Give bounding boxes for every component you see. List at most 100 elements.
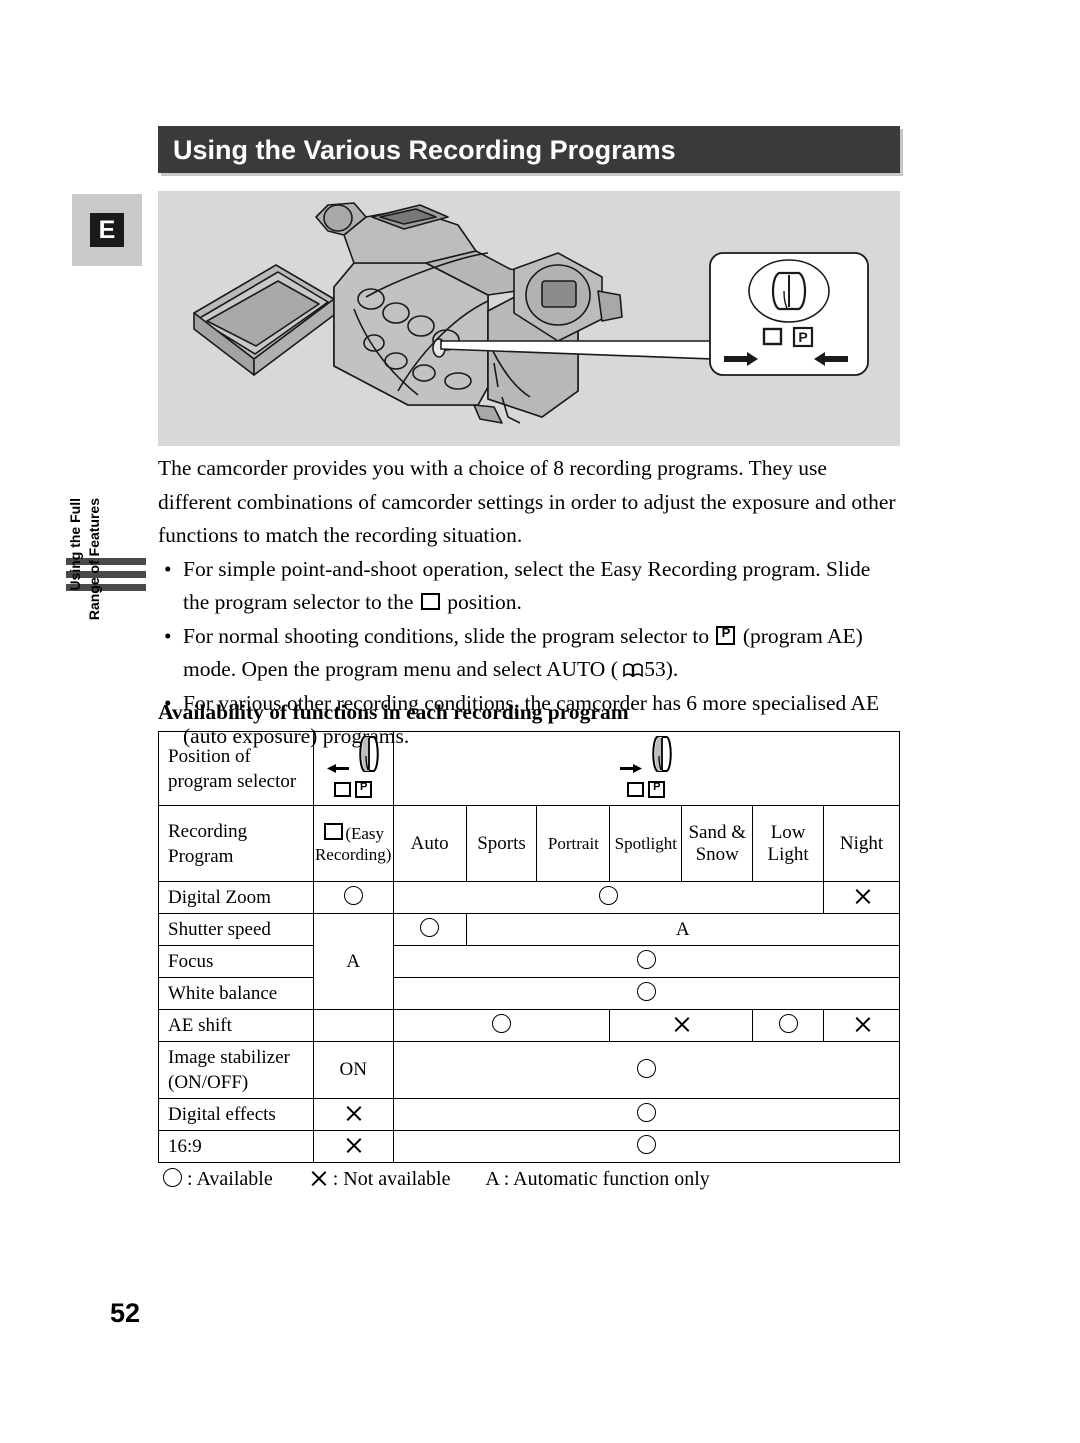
bullet-2-pre: For normal shooting conditions, slide th…: [183, 623, 710, 648]
table-row: White balance: [158, 977, 901, 1010]
row-label-shutter-speed: Shutter speed: [158, 913, 314, 946]
image-stabilizer-line-2: (ON/OFF): [168, 1072, 249, 1093]
table-row: Focus: [158, 945, 901, 978]
page-title-bar: Using the Various Recording Programs: [158, 126, 900, 173]
bullet-item-2: • For normal shooting conditions, slide …: [158, 620, 900, 687]
cell-shutter-speed-rest: A: [465, 913, 901, 946]
low-light-line-1: Low: [770, 821, 806, 843]
square-icon: [334, 782, 352, 797]
column-header-sports: Sports: [465, 805, 538, 882]
selector-labels: P: [332, 780, 374, 801]
cell-easy-automatic: A: [312, 913, 394, 1010]
image-stabilizer-line-1: Image stabilizer: [168, 1047, 290, 1068]
not-available-icon: [672, 1015, 691, 1034]
column-header-night: Night: [823, 805, 900, 882]
camcorder-illustration-svg: P: [193, 202, 869, 424]
cell-digital-zoom-easy: [312, 881, 394, 914]
bullet-1-pre: For simple point-and-shoot operation, se…: [183, 556, 871, 615]
cell-ae-shift-easy: [312, 1009, 394, 1042]
running-head-line-2: Range of Features: [86, 498, 102, 621]
running-head: Using the Full Range of Features: [66, 498, 152, 738]
column-header-spotlight: Spotlight: [609, 805, 683, 882]
row-label-focus: Focus: [158, 945, 314, 978]
sand-snow-line-1: Sand &: [688, 821, 747, 843]
bullet-1-post: position.: [447, 590, 522, 614]
cell-ae-shift-night: [823, 1009, 900, 1042]
table-row: Image stabilizer (ON/OFF) ON: [158, 1041, 901, 1099]
cell-16-9-easy: [312, 1130, 394, 1163]
available-icon: [636, 982, 656, 1001]
available-icon: [598, 886, 618, 905]
sand-snow-line-2: Snow: [695, 843, 739, 865]
camcorder-illustration: P: [158, 191, 900, 446]
row-label-digital-zoom: Digital Zoom: [158, 881, 314, 914]
program-selector-left-icon: P: [324, 732, 382, 805]
cell-shutter-speed-auto: [392, 913, 467, 946]
available-icon: [636, 1135, 656, 1154]
row-label-16-9: 16:9: [158, 1130, 314, 1163]
column-header-low-light: Low Light: [752, 805, 825, 882]
cell-ae-shift-spotlight-sand: [609, 1009, 754, 1042]
book-icon: [623, 654, 644, 679]
page-number: 52: [110, 1298, 141, 1328]
program-selector-callout: P: [709, 252, 869, 376]
cell-digital-effects-easy: [312, 1098, 394, 1131]
cell-ae-shift-auto-portrait: [392, 1009, 611, 1042]
legend-available: : Available: [187, 1168, 273, 1190]
easy-line-1: (Easy: [345, 823, 385, 843]
cell-digital-zoom-ae: [392, 881, 825, 914]
chapter-tab: E: [72, 194, 142, 266]
bullet-dot-icon: •: [164, 556, 172, 581]
cell-image-stabilizer-easy: ON: [312, 1041, 394, 1099]
square-icon: [324, 822, 344, 840]
available-icon: [636, 950, 656, 969]
cell-digital-zoom-night: [823, 881, 900, 914]
not-available-icon: [344, 1104, 363, 1123]
available-icon: [636, 1058, 656, 1078]
legend-automatic: A : Automatic function only: [485, 1168, 710, 1190]
square-icon: [627, 782, 645, 797]
row-label-white-balance: White balance: [158, 977, 314, 1010]
easy-line-2: Recording): [314, 844, 392, 864]
available-icon: [163, 1168, 182, 1187]
table-row: Shutter speed A A: [158, 913, 901, 1010]
chapter-tab-letter: E: [90, 213, 124, 247]
row-label-position: Position of program selector: [158, 731, 314, 806]
row-label-recording-program: Recording Program: [158, 805, 314, 882]
switch-knob-icon: [358, 736, 379, 772]
running-head-line-1: Using the Full: [67, 498, 83, 591]
row-label-program-line-1: Recording: [168, 820, 248, 842]
legend-not-available: : Not available: [332, 1168, 451, 1190]
available-icon: [343, 886, 363, 905]
table-row: Digital Zoom: [158, 881, 900, 914]
available-icon: [636, 1103, 656, 1122]
cell-16-9-ae: [392, 1130, 901, 1163]
bullet-2-post: ).: [665, 657, 679, 681]
table-row-position: Position of program selector P P: [158, 731, 901, 806]
svg-text:P: P: [798, 329, 807, 345]
program-selector-right-icon: P: [617, 732, 675, 805]
row-label-image-stabilizer: Image stabilizer (ON/OFF): [158, 1041, 314, 1099]
row-label-digital-effects: Digital effects: [158, 1098, 314, 1131]
row-label-position-line-2: program selector: [168, 770, 297, 792]
intro-paragraph: The camcorder provides you with a choice…: [158, 456, 896, 547]
program-ae-icon: P: [355, 781, 373, 798]
square-icon: [420, 593, 440, 610]
selector-position-program-ae-cell: P: [392, 731, 901, 806]
row-label-position-line-1: Position of: [168, 745, 251, 767]
row-label-ae-shift: AE shift: [158, 1009, 314, 1042]
availability-table: Position of program selector P P Recordi…: [158, 731, 901, 1163]
bullet-item-1: • For simple point-and-shoot operation, …: [158, 553, 900, 620]
cell-image-stabilizer-ae: [392, 1041, 901, 1099]
selector-labels: P: [625, 780, 667, 801]
table-row: 16:9: [158, 1130, 901, 1163]
not-available-icon: [852, 1015, 871, 1034]
cell-focus-ae: [392, 945, 901, 978]
not-available-icon: [852, 887, 871, 906]
selector-position-easy-cell: P: [312, 731, 394, 806]
bullet-2-page-ref: 53: [644, 657, 666, 681]
available-icon: [420, 918, 440, 937]
program-ae-icon: P: [716, 625, 736, 645]
page-title: Using the Various Recording Programs: [173, 135, 676, 165]
column-header-easy-recording: (Easy Recording): [312, 805, 394, 882]
